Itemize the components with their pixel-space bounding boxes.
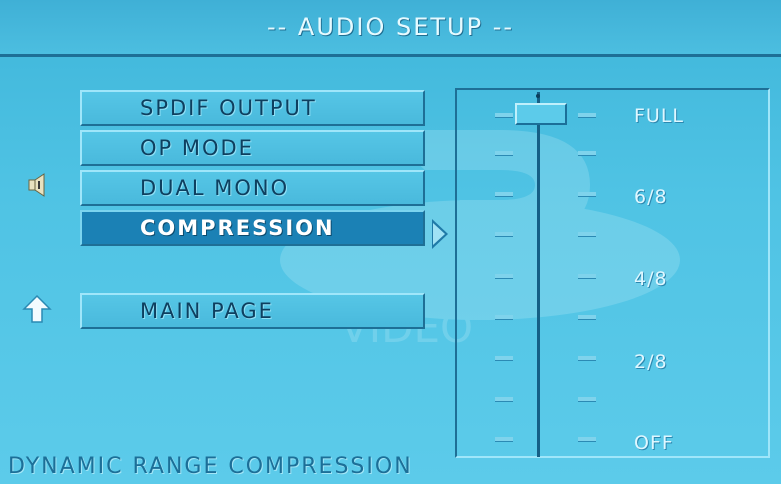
slider-tick (495, 232, 513, 236)
title-bar: -- AUDIO SETUP -- (0, 0, 781, 57)
submenu-arrow-icon (432, 219, 448, 249)
speaker-icon (28, 172, 50, 198)
level-label-6-8[interactable]: 6/8 (634, 186, 668, 208)
slider-tick (578, 437, 596, 441)
level-label-2-8[interactable]: 2/8 (634, 351, 668, 373)
menu-item-dual-mono[interactable]: DUAL MONO (80, 170, 425, 206)
slider-tick (578, 356, 596, 360)
menu-item-label: DUAL MONO (140, 176, 290, 200)
menu-item-label: OP MODE (140, 136, 254, 160)
slider-tick (495, 315, 513, 319)
slider-tick (495, 192, 513, 196)
menu-item-label: MAIN PAGE (140, 299, 274, 323)
slider-handle-dot (536, 94, 540, 98)
slider-tick (578, 232, 596, 236)
slider-tick (578, 397, 596, 401)
slider-tick (578, 151, 596, 155)
main-page-button[interactable]: MAIN PAGE (80, 293, 425, 329)
slider-tick (578, 315, 596, 319)
slider-tick (495, 437, 513, 441)
slider-tick (495, 113, 513, 117)
slider-tick (578, 274, 596, 278)
up-arrow-icon (22, 294, 52, 324)
slider-tick (495, 397, 513, 401)
slider-tick (495, 356, 513, 360)
level-label-4-8[interactable]: 4/8 (634, 268, 668, 290)
menu-item-label: SPDIF OUTPUT (140, 96, 317, 120)
page-title: -- AUDIO SETUP -- (266, 13, 515, 41)
menu-item-label: COMPRESSION (140, 216, 335, 240)
slider-tick (578, 192, 596, 196)
slider-tick (495, 151, 513, 155)
menu-item-spdif-output[interactable]: SPDIF OUTPUT (80, 90, 425, 126)
slider-track (537, 92, 540, 457)
menu-item-compression[interactable]: COMPRESSION (80, 210, 425, 246)
compression-slider-panel (455, 88, 770, 458)
level-label-full[interactable]: FULL (634, 105, 684, 127)
status-text: DYNAMIC RANGE COMPRESSION (8, 454, 413, 479)
slider-tick (495, 274, 513, 278)
slider-handle[interactable] (515, 103, 567, 125)
level-label-off[interactable]: OFF (634, 432, 674, 454)
menu-item-op-mode[interactable]: OP MODE (80, 130, 425, 166)
slider-tick (578, 113, 596, 117)
